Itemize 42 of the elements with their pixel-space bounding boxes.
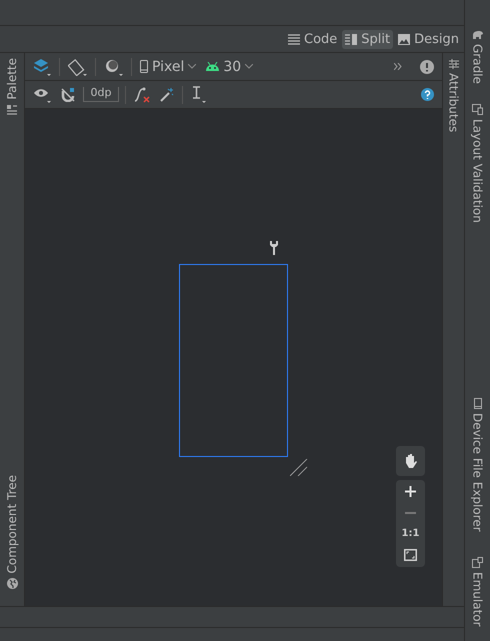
chevron-icon [245, 64, 254, 69]
phone-icon [140, 60, 148, 73]
tool-window-tab[interactable]: Attributes [446, 59, 460, 132]
device-dropdown[interactable]: Pixel [138, 58, 198, 74]
tool-window-tab[interactable]: Emulator [470, 557, 484, 627]
api-level-dropdown[interactable]: 30 [204, 58, 256, 74]
split-icon [345, 34, 358, 44]
magnet-icon[interactable] [59, 88, 77, 102]
devices-icon [472, 104, 483, 115]
help-icon[interactable] [419, 88, 436, 101]
margin-field[interactable]: 0dp [83, 87, 119, 102]
overflow-icon[interactable] [392, 63, 404, 70]
tool-window-tab[interactable]: Palette [0, 53, 24, 120]
hand-icon[interactable] [404, 453, 418, 469]
eye-icon[interactable] [31, 86, 53, 102]
rotate-icon[interactable] [66, 58, 89, 76]
constraint-clear-icon[interactable] [132, 86, 152, 102]
sliders-icon [448, 59, 458, 69]
devices-icon [472, 557, 483, 568]
fit-screen-icon[interactable] [404, 549, 417, 561]
layers-icon[interactable] [31, 58, 53, 76]
tool-window-tab[interactable]: Layout Validation [470, 104, 484, 223]
zoom-in-icon[interactable] [405, 486, 416, 497]
tool-window-tab[interactable]: Device File Explorer [470, 398, 484, 532]
image-icon [398, 34, 410, 44]
android-icon [206, 62, 220, 71]
chevron-icon [188, 64, 196, 69]
lines-icon [288, 34, 300, 44]
phone-icon [474, 398, 482, 409]
layout-blueprint[interactable] [179, 264, 288, 457]
palette-icon [7, 104, 17, 115]
resize-handle-icon[interactable] [290, 459, 308, 476]
wrench-icon[interactable] [270, 241, 278, 255]
view-mode-tab[interactable]: Code [285, 30, 340, 48]
view-mode-tab[interactable]: Split [342, 30, 394, 48]
magic-wand-icon[interactable] [158, 88, 176, 102]
tool-window-tab[interactable]: Component Tree [0, 470, 24, 594]
actual-size-button[interactable]: 1:1 [402, 528, 420, 539]
tool-window-tab[interactable]: Gradle [470, 30, 484, 84]
elephant-icon [472, 30, 484, 40]
warning-icon[interactable] [418, 60, 436, 74]
view-mode-tab[interactable]: Design [395, 30, 462, 48]
